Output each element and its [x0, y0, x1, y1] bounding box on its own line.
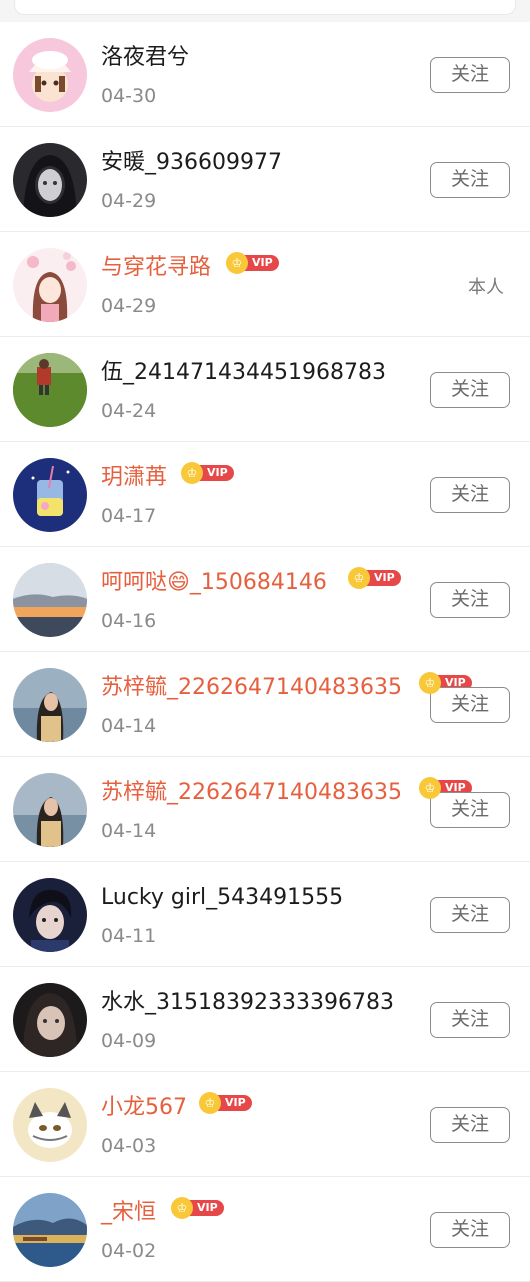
- follow-button[interactable]: 关注: [430, 372, 510, 408]
- user-name[interactable]: 伍_241471434451968783: [101, 359, 386, 387]
- follow-button[interactable]: 关注: [430, 1107, 510, 1143]
- vip-badge: ♔ VIP: [199, 1092, 252, 1114]
- avatar[interactable]: [13, 563, 87, 637]
- user-name-text: 苏梓毓_2262647140483635: [101, 780, 402, 805]
- follow-button[interactable]: 关注: [430, 582, 510, 618]
- follow-date: 04-14: [101, 820, 157, 842]
- follow-date: 04-03: [101, 1135, 157, 1157]
- vip-badge: ♔ VIP: [171, 1197, 224, 1219]
- follow-button[interactable]: 关注: [430, 1212, 510, 1248]
- list-item[interactable]: 安暖_936609977 04-29 关注: [0, 127, 530, 232]
- vip-badge: ♔ VIP: [226, 252, 279, 274]
- user-name[interactable]: Lucky girl_543491555: [101, 884, 343, 912]
- vip-badge: ♔ VIP: [181, 462, 234, 484]
- list-item[interactable]: 洛夜君兮 04-30 关注: [0, 22, 530, 127]
- follow-date: 04-09: [101, 1030, 157, 1052]
- vip-badge: ♔ VIP: [348, 567, 401, 589]
- list-item[interactable]: 玥潇苒 ♔ VIP 04-17 关注: [0, 442, 530, 547]
- user-name[interactable]: 与穿花寻路 ♔ VIP: [101, 252, 279, 282]
- avatar[interactable]: [13, 878, 87, 952]
- follower-list: 洛夜君兮 04-30 关注 安暖_936609977 04-29 关注 与穿花寻…: [0, 22, 530, 1282]
- list-item[interactable]: 呵呵哒😄_150684146 ♔ VIP 04-16 关注: [0, 547, 530, 652]
- follow-button[interactable]: 关注: [430, 477, 510, 513]
- crown-icon: ♔: [226, 252, 248, 274]
- avatar[interactable]: [13, 1088, 87, 1162]
- follow-button[interactable]: 关注: [430, 792, 510, 828]
- follow-date: 04-11: [101, 925, 157, 947]
- user-name-text: _宋恒: [101, 1200, 157, 1225]
- follow-date: 04-30: [101, 85, 157, 107]
- list-item[interactable]: 苏梓毓_2262647140483635 ♔ VIP 04-14 关注: [0, 652, 530, 757]
- list-item[interactable]: 水水_31518392333396783 04-09 关注: [0, 967, 530, 1072]
- user-name-text: 玥潇苒: [101, 465, 168, 490]
- avatar[interactable]: [13, 983, 87, 1057]
- follow-date: 04-29: [101, 295, 157, 317]
- follow-button[interactable]: 关注: [430, 687, 510, 723]
- list-item[interactable]: Lucky girl_543491555 04-11 关注: [0, 862, 530, 967]
- follow-date: 04-29: [101, 190, 157, 212]
- user-name[interactable]: 苏梓毓_2262647140483635 ♔ VIP: [101, 777, 472, 807]
- list-item[interactable]: 与穿花寻路 ♔ VIP 04-29 本人: [0, 232, 530, 337]
- self-label: 本人: [468, 277, 504, 298]
- user-name-text: 呵呵哒😄_150684146: [101, 570, 327, 595]
- avatar[interactable]: [13, 248, 87, 322]
- top-card: [14, 0, 516, 15]
- follow-date: 04-02: [101, 1240, 157, 1262]
- follow-date: 04-16: [101, 610, 157, 632]
- user-name[interactable]: _宋恒 ♔ VIP: [101, 1197, 224, 1227]
- crown-icon: ♔: [181, 462, 203, 484]
- follow-button[interactable]: 关注: [430, 57, 510, 93]
- follow-button[interactable]: 关注: [430, 1002, 510, 1038]
- follow-button[interactable]: 关注: [430, 897, 510, 933]
- crown-icon: ♔: [171, 1197, 193, 1219]
- crown-icon: ♔: [419, 777, 441, 799]
- user-name[interactable]: 安暖_936609977: [101, 149, 282, 177]
- top-card-edge: [0, 0, 530, 22]
- crown-icon: ♔: [419, 672, 441, 694]
- avatar[interactable]: [13, 38, 87, 112]
- follow-button[interactable]: 关注: [430, 162, 510, 198]
- follow-date: 04-14: [101, 715, 157, 737]
- user-name[interactable]: 苏梓毓_2262647140483635 ♔ VIP: [101, 672, 472, 702]
- list-item[interactable]: _宋恒 ♔ VIP 04-02 关注: [0, 1177, 530, 1282]
- list-item[interactable]: 伍_241471434451968783 04-24 关注: [0, 337, 530, 442]
- list-item[interactable]: 小龙567 ♔ VIP 04-03 关注: [0, 1072, 530, 1177]
- user-name[interactable]: 小龙567 ♔ VIP: [101, 1092, 252, 1122]
- list-item[interactable]: 苏梓毓_2262647140483635 ♔ VIP 04-14 关注: [0, 757, 530, 862]
- follow-date: 04-24: [101, 400, 157, 422]
- user-name-text: 与穿花寻路: [101, 255, 212, 280]
- follow-date: 04-17: [101, 505, 157, 527]
- user-name[interactable]: 玥潇苒 ♔ VIP: [101, 462, 234, 492]
- avatar[interactable]: [13, 1193, 87, 1267]
- user-name-text: 小龙567: [101, 1095, 187, 1120]
- avatar[interactable]: [13, 458, 87, 532]
- user-name-text: 苏梓毓_2262647140483635: [101, 675, 402, 700]
- avatar[interactable]: [13, 143, 87, 217]
- user-name[interactable]: 水水_31518392333396783: [101, 989, 394, 1017]
- user-name[interactable]: 洛夜君兮: [101, 44, 189, 72]
- avatar[interactable]: [13, 773, 87, 847]
- crown-icon: ♔: [199, 1092, 221, 1114]
- crown-icon: ♔: [348, 567, 370, 589]
- user-name[interactable]: 呵呵哒😄_150684146 ♔ VIP: [101, 567, 401, 597]
- avatar[interactable]: [13, 353, 87, 427]
- avatar[interactable]: [13, 668, 87, 742]
